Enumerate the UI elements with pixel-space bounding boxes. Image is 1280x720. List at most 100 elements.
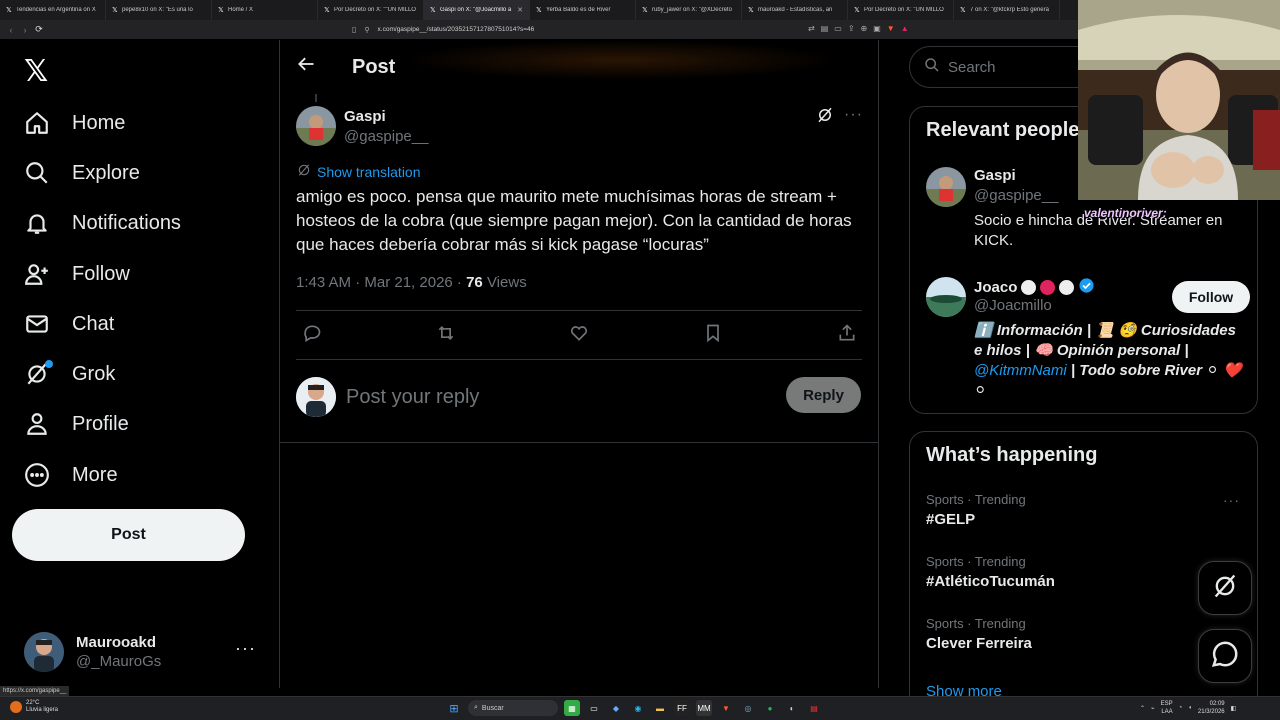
person-bio-link[interactable]: @KitmmNami	[974, 362, 1067, 379]
post-button[interactable]: Post	[12, 509, 245, 561]
reply-button[interactable]: Reply	[786, 377, 861, 413]
person-avatar[interactable]	[926, 167, 966, 207]
zoom-icon[interactable]: ⊕	[861, 24, 868, 33]
reply-icon[interactable]	[302, 323, 322, 348]
tray-chevron-icon[interactable]: ⌃	[1140, 705, 1145, 712]
browser-forward-icon[interactable]: ›	[18, 25, 32, 35]
divider	[296, 310, 862, 311]
brave-rewards-icon[interactable]: ▲	[901, 24, 909, 33]
show-translation-link[interactable]: Show translation	[297, 163, 421, 180]
file-explorer-icon[interactable]: ▬	[652, 700, 668, 716]
reader-icon[interactable]: ▤	[821, 24, 829, 33]
notifications-icon[interactable]: ◧	[1231, 705, 1237, 712]
person-name[interactable]: Joaco	[974, 279, 1017, 296]
account-name: Maurooakd	[76, 634, 157, 651]
person-bio-part1: ℹ️ Información | 📜 🧐 Curiosidades e hilo…	[974, 322, 1236, 359]
copilot-icon[interactable]: ◆	[608, 700, 624, 716]
nav-home[interactable]: Home	[24, 108, 125, 138]
repost-icon[interactable]	[435, 323, 457, 348]
share-icon[interactable]	[837, 323, 857, 348]
clock[interactable]: 02:09 21/3/2026	[1198, 700, 1225, 716]
tab-title: pepe8x10 on X: "Es una lo	[122, 7, 193, 13]
person-handle[interactable]: @Joacmillo	[974, 297, 1052, 314]
tab-close-icon[interactable]: ✕	[517, 6, 523, 14]
account-handle: @_MauroGs	[76, 653, 162, 670]
app-icon[interactable]: ▤	[806, 700, 822, 716]
like-icon[interactable]	[569, 323, 589, 348]
screenshot-icon[interactable]: ▣	[873, 24, 881, 33]
app-icon[interactable]: FF	[674, 700, 690, 716]
reload-icon[interactable]: ⟳	[32, 24, 46, 35]
wifi-icon[interactable]: ◔	[1179, 705, 1183, 711]
lang-indicator[interactable]: ESP	[1161, 700, 1173, 708]
network-icon[interactable]: ⌁	[1151, 705, 1155, 712]
account-more-icon[interactable]: ···	[235, 638, 256, 659]
trend-more-icon[interactable]: ···	[1223, 492, 1240, 508]
weather-widget[interactable]: 22°C Lluvia ligera	[10, 700, 58, 714]
windows-start-icon[interactable]: ⊞	[446, 700, 462, 716]
page-title: Post	[352, 56, 396, 78]
edge-icon[interactable]: ◉	[630, 700, 646, 716]
person-bio: ℹ️ Información | 📜 🧐 Curiosidades e hilo…	[974, 321, 1244, 401]
bookmark-icon[interactable]: ▯	[352, 25, 356, 34]
browser-tab[interactable]: 𝕏 Yerba Baldo es de River	[530, 0, 636, 20]
browser-tab[interactable]: 𝕏mauroakd - Estadísticas, an	[742, 0, 848, 20]
task-view-icon[interactable]: ▭	[586, 700, 602, 716]
nav-profile[interactable]: Profile	[24, 409, 129, 439]
taskbar-search[interactable]: ⌕ Buscar	[468, 700, 558, 716]
tweet-more-icon[interactable]: ···	[844, 106, 863, 124]
tab-favicon-icon: 𝕏	[960, 6, 966, 14]
obs-icon[interactable]: ◐	[784, 700, 800, 716]
messages-fab[interactable]	[1198, 629, 1252, 683]
browser-tab[interactable]: 𝕏 Por Decreto on X: ""UN MILLÓ	[318, 0, 424, 20]
url-text[interactable]: x.com/gaspipe__/status/20352157127807510…	[378, 26, 535, 33]
reply-input[interactable]	[346, 382, 766, 412]
account-switcher[interactable]: Maurooakd @_MauroGs ···	[24, 632, 264, 672]
nav-more[interactable]: More	[24, 460, 118, 490]
tweet-views-count: 76	[466, 274, 483, 291]
browser-tab[interactable]: 𝕏pepe8x10 on X: "Es una lo	[106, 0, 212, 20]
app-icon[interactable]: MM	[696, 700, 712, 716]
white-circle-icon	[1059, 280, 1075, 295]
trend-item[interactable]: Sports · Trending #GELP ···	[926, 492, 1246, 528]
tweet-timestamp[interactable]: 1:43 AM · Mar 21, 2026 ·	[296, 274, 466, 291]
person-avatar[interactable]	[926, 277, 966, 317]
spotify-icon[interactable]: ●	[762, 700, 778, 716]
browser-tab[interactable]: 𝕏 Tendencias en Argentina on X	[0, 0, 106, 20]
steam-icon[interactable]: ◎	[740, 700, 756, 716]
bookmark-icon[interactable]	[703, 323, 723, 348]
volume-icon[interactable]: ◖	[1188, 705, 1192, 711]
browser-tab[interactable]: 𝕏 Home / X	[212, 0, 318, 20]
tweet-author-name[interactable]: Gaspi	[344, 108, 386, 125]
browser-tab[interactable]: 𝕏ruby_jawer on X: "@XDecreto	[636, 0, 742, 20]
browser-tab[interactable]: 𝕏 7 on X: "@ktckrp Esto generá	[954, 0, 1060, 20]
brave-shield-icon[interactable]: ▼	[887, 24, 895, 33]
person-name[interactable]: Gaspi	[974, 167, 1016, 184]
nav-follow[interactable]: Follow	[24, 259, 130, 289]
cast-icon[interactable]: ▭	[834, 24, 842, 33]
webcam-overlay	[1078, 0, 1280, 200]
grok-fab[interactable]	[1198, 561, 1252, 615]
translate-icon[interactable]: ⇄	[808, 24, 815, 33]
tweet-author-avatar[interactable]	[296, 106, 336, 146]
person-handle[interactable]: @gaspipe__	[974, 187, 1058, 204]
grok-explain-icon[interactable]	[816, 106, 834, 129]
nav-grok[interactable]: Grok	[24, 359, 115, 389]
browser-tab[interactable]: 𝕏 Por Decreto on X: "UN MILLÓ	[848, 0, 954, 20]
nav-chat[interactable]: Chat	[24, 309, 114, 339]
follow-button[interactable]: Follow	[1172, 281, 1250, 313]
x-logo[interactable]: 𝕏	[24, 54, 48, 89]
browser-tab[interactable]: 𝕏 Gaspi on X: "@Joacmillo a ✕	[424, 0, 530, 20]
back-arrow-icon[interactable]	[296, 54, 316, 80]
browser-back-icon[interactable]: ‹	[4, 25, 18, 35]
widgets-icon[interactable]: ▦	[564, 700, 580, 716]
nav-notifications[interactable]: Notifications	[24, 208, 181, 238]
brave-icon[interactable]: ▼	[718, 700, 734, 716]
tab-title: Por Decreto on X: "UN MILLÓ	[864, 7, 944, 13]
windows-taskbar: 22°C Lluvia ligera ⊞ ⌕ Buscar ▦ ▭ ◆ ◉ ▬ …	[0, 696, 1280, 720]
share-icon[interactable]: ⇪	[848, 24, 855, 33]
site-info-icon[interactable]: ⚲	[364, 26, 369, 34]
more-circle-icon	[24, 462, 50, 488]
tweet-author-handle[interactable]: @gaspipe__	[344, 128, 428, 145]
nav-explore[interactable]: Explore	[24, 158, 140, 188]
